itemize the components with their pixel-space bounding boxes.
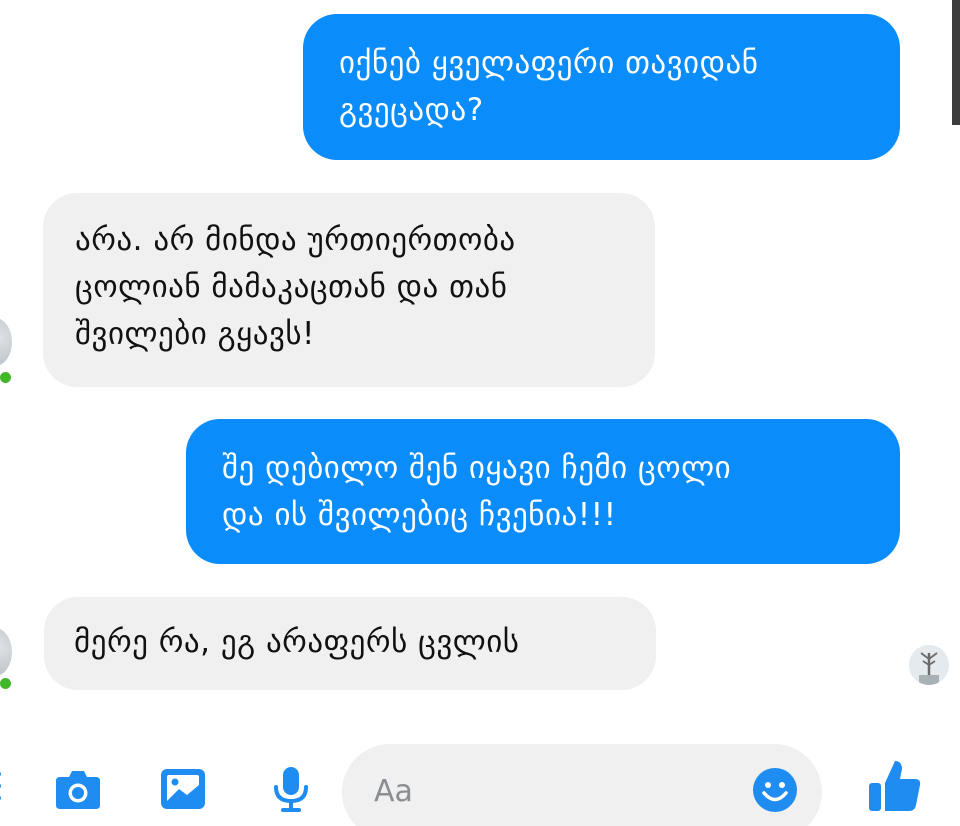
microphone-icon (274, 767, 308, 812)
window-edge (952, 0, 960, 125)
camera-button[interactable] (52, 763, 104, 815)
seen-avatar-picture (909, 645, 949, 685)
outgoing-message[interactable]: იქნებ ყველაფერი თავიდან გვეცადა? (303, 14, 900, 160)
incoming-message[interactable]: მერე რა, ეგ არაფერს ცვლის (44, 597, 656, 690)
like-button[interactable] (866, 757, 924, 815)
contact-avatar[interactable] (0, 628, 12, 676)
message-input[interactable] (372, 768, 736, 814)
online-status-dot (0, 676, 13, 691)
message-composer[interactable] (342, 744, 822, 826)
seen-receipt-avatar (909, 645, 949, 685)
more-options-icon[interactable] (0, 766, 4, 806)
online-status-dot (0, 370, 13, 385)
camera-icon (56, 771, 100, 809)
outgoing-message[interactable]: შე დებილო შენ იყავი ჩემი ცოლი და ის შვილ… (186, 419, 900, 564)
incoming-message[interactable]: არა. არ მინდა ურთიერთობა ცოლიან მამაკაცთ… (43, 193, 655, 387)
emoji-button[interactable] (751, 766, 799, 814)
emoji-icon (753, 768, 797, 812)
contact-avatar[interactable] (0, 318, 12, 366)
image-button[interactable] (157, 763, 209, 815)
thumbs-up-icon (869, 761, 921, 811)
image-icon (161, 769, 205, 809)
chat-screen: იქნებ ყველაფერი თავიდან გვეცადა? არა. არ… (0, 0, 960, 826)
microphone-button[interactable] (265, 763, 317, 815)
